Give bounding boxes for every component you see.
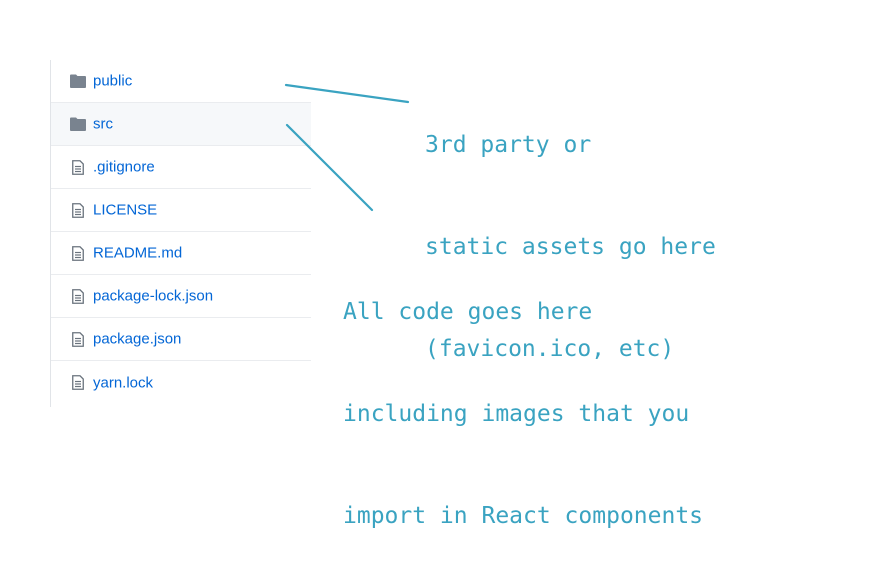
file-row-yarn-lock[interactable]: yarn.lock (51, 361, 311, 404)
file-row-package-json[interactable]: package.json (51, 318, 311, 361)
file-text-icon (70, 159, 86, 175)
file-link-readme[interactable]: README.md (93, 245, 182, 262)
file-link-gitignore[interactable]: .gitignore (93, 159, 155, 176)
file-link-public[interactable]: public (93, 73, 132, 90)
file-text-icon (70, 245, 86, 261)
file-link-license[interactable]: LICENSE (93, 202, 157, 219)
file-link-src[interactable]: src (93, 116, 113, 133)
file-row-license[interactable]: LICENSE (51, 189, 311, 232)
file-row-package-lock[interactable]: package-lock.json (51, 275, 311, 318)
folder-icon (70, 116, 86, 132)
file-row-public[interactable]: public (51, 60, 311, 103)
file-list: public src .gitignore LICENSE README.md … (50, 60, 311, 407)
annotation-line: All code goes here (343, 299, 593, 325)
annotation-line: including images that you (343, 401, 690, 427)
file-row-gitignore[interactable]: .gitignore (51, 146, 311, 189)
annotation-line: 3rd party or (425, 132, 592, 158)
file-text-icon (70, 331, 86, 347)
file-text-icon (70, 375, 86, 391)
file-row-readme[interactable]: README.md (51, 232, 311, 275)
file-row-src[interactable]: src (51, 103, 311, 146)
file-text-icon (70, 288, 86, 304)
file-text-icon (70, 202, 86, 218)
file-link-yarn-lock[interactable]: yarn.lock (93, 374, 153, 391)
folder-icon (70, 73, 86, 89)
file-link-package-lock[interactable]: package-lock.json (93, 288, 213, 305)
annotation-line: import in React components (343, 503, 704, 529)
file-link-package-json[interactable]: package.json (93, 331, 181, 348)
src-annotation-text: All code goes here including images that… (343, 227, 703, 567)
